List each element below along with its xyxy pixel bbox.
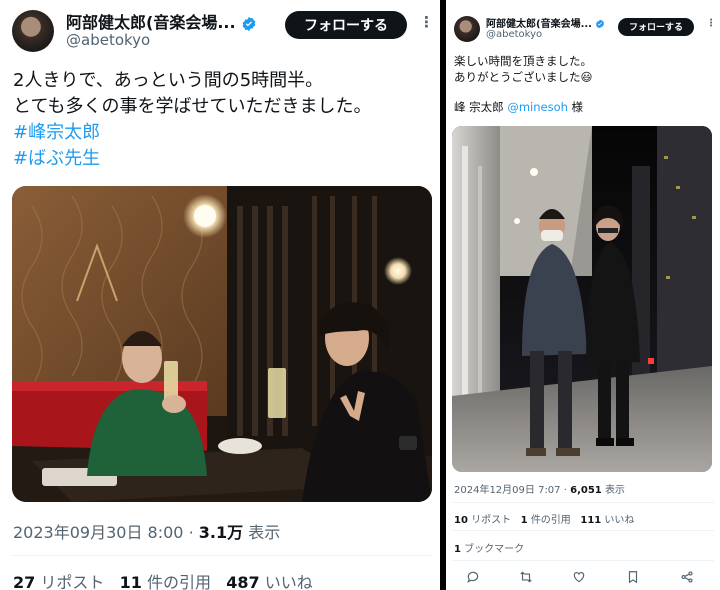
quotes-label: 件の引用	[530, 515, 571, 526]
tweet-timestamp[interactable]: 2023年09月30日 8:00	[13, 523, 183, 542]
engagement-stats: 27 リポスト 11 件の引用 487 いいね	[13, 569, 313, 590]
divider	[452, 530, 714, 531]
likes-link[interactable]: 487 いいね	[226, 573, 313, 590]
reply-icon[interactable]	[466, 570, 480, 584]
author-display-name[interactable]: 阿部健太郎(音楽会場...	[486, 15, 605, 30]
mention-prefix: 峰 宗太郎	[454, 100, 504, 114]
tweet-card-right: 阿部健太郎(音楽会場... @abetokyo フォローする ⋮ 楽しい時間を頂…	[446, 0, 720, 590]
mention-link[interactable]: @minesoh	[507, 100, 568, 114]
repost-icon[interactable]	[519, 570, 533, 584]
tweet-meta: 2024年12月09日 7:07 · 6,051 表示	[454, 481, 625, 496]
author-avatar[interactable]	[454, 16, 480, 42]
street-photo-image	[452, 126, 712, 472]
more-options-icon[interactable]: ⋮	[706, 18, 716, 29]
hashtag-link-2[interactable]: #ばぶ先生	[13, 144, 100, 170]
author-avatar[interactable]	[12, 10, 54, 52]
likes-link[interactable]: 111 いいね	[580, 515, 634, 526]
like-icon[interactable]	[572, 570, 586, 584]
share-icon[interactable]	[680, 570, 694, 584]
author-handle[interactable]: @abetokyo	[66, 31, 150, 49]
reposts-label: リポスト	[471, 515, 512, 526]
verified-badge-icon	[241, 16, 257, 32]
views-count: 3.1万	[198, 523, 244, 542]
views-label: 表示	[248, 523, 281, 542]
tweet-timestamp[interactable]: 2024年12月09日 7:07	[454, 485, 561, 496]
quotes-link[interactable]: 11 件の引用	[120, 573, 211, 590]
reposts-count: 27	[13, 573, 36, 590]
tweet-text-line-2: ありがとうございました😃	[454, 69, 593, 85]
meta-separator: ·	[563, 485, 567, 496]
tweet-meta: 2023年09月30日 8:00 · 3.1万 表示	[13, 519, 280, 543]
follow-button[interactable]: フォローする	[285, 11, 407, 39]
meta-separator: ·	[188, 523, 194, 542]
follow-button[interactable]: フォローする	[618, 18, 694, 36]
reposts-label: リポスト	[40, 573, 105, 590]
bookmarks-label: ブックマーク	[464, 544, 525, 555]
tweet-text-line-2: とても多くの事を学ばせていただきました。	[13, 96, 372, 117]
restaurant-photo-image	[12, 186, 432, 502]
reposts-link[interactable]: 27 リポスト	[13, 573, 104, 590]
views-count: 6,051	[570, 485, 602, 496]
author-display-name[interactable]: 阿部健太郎(音楽会場...	[66, 9, 257, 33]
likes-count: 487	[226, 573, 260, 590]
engagement-stats: 10 リポスト 1 件の引用 111 いいね	[454, 511, 634, 526]
mention-suffix: 様	[571, 100, 584, 114]
views-label: 表示	[604, 485, 625, 496]
bookmarks-stat[interactable]: 1 ブックマーク	[454, 540, 524, 555]
divider	[12, 555, 432, 556]
reposts-link[interactable]: 10 リポスト	[454, 515, 511, 526]
tweet-text-line-1: 2人きりで、あっという間の5時間半。	[13, 70, 324, 91]
quotes-label: 件の引用	[147, 573, 212, 590]
tweet-text-line-1: 楽しい時間を頂きました。	[454, 54, 592, 68]
author-name-text: 阿部健太郎(音楽会場...	[66, 13, 236, 32]
quotes-link[interactable]: 1 件の引用	[521, 515, 571, 526]
smile-emoji-icon: 😃	[580, 70, 593, 84]
verified-badge-icon	[595, 19, 605, 29]
divider	[452, 502, 714, 503]
likes-label: いいね	[264, 573, 313, 590]
tweet-photo[interactable]	[452, 126, 712, 472]
quotes-count: 1	[520, 515, 528, 526]
author-handle[interactable]: @abetokyo	[486, 29, 542, 40]
tweet-photo[interactable]	[12, 186, 432, 502]
likes-label: いいね	[604, 515, 635, 526]
divider	[452, 560, 714, 561]
tweet-mention-line: 峰 宗太郎 @minesoh 様	[454, 99, 583, 115]
hashtag-link-1[interactable]: #峰宗太郎	[13, 118, 100, 144]
quotes-count: 11	[119, 573, 142, 590]
bookmarks-count: 1	[454, 544, 461, 555]
likes-count: 111	[580, 515, 602, 526]
tweet-text-body: ありがとうございました	[454, 70, 581, 84]
bookmark-icon[interactable]	[626, 570, 640, 584]
tweet-card-left: 阿部健太郎(音楽会場... @abetokyo フォローする ⋮ 2人きりで、あ…	[0, 0, 440, 590]
reposts-count: 10	[454, 515, 468, 526]
more-options-icon[interactable]: ⋮	[419, 13, 434, 31]
